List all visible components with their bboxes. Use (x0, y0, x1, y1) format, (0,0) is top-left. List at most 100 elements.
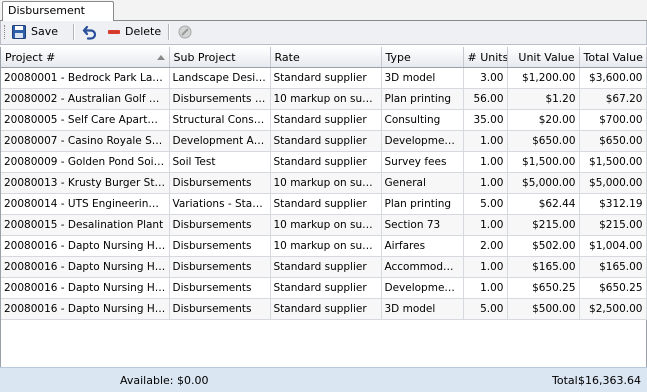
cell-project[interactable]: 20080015 - Desalination Plant (1, 214, 170, 236)
table-row[interactable]: 20080001 - Bedrock Park LandscapeLandsca… (1, 67, 647, 89)
cell-unit-value[interactable]: $5,000.00 (507, 172, 580, 194)
cell-rate[interactable]: Standard supplier (270, 298, 382, 320)
cell-rate[interactable]: Standard supplier (270, 256, 382, 278)
cell-rate[interactable]: Standard supplier (270, 193, 382, 215)
cell-project[interactable]: 20080016 - Dapto Nursing Home (1, 235, 170, 257)
cell-project[interactable]: 20080002 - Australian Golf Club (1, 88, 170, 110)
cell-total-value[interactable]: $2,500.00 (579, 298, 647, 320)
cell-unit-value[interactable]: $215.00 (507, 214, 580, 236)
table-row[interactable]: 20080016 - Dapto Nursing Home Disbursemen… (1, 256, 647, 278)
cell-project[interactable]: 20080016 - Dapto Nursing Home (1, 298, 170, 320)
cell-units[interactable]: 1.00 (463, 214, 508, 236)
cell-unit-value[interactable]: $20.00 (507, 109, 580, 131)
column-header-rate[interactable]: Rate (270, 47, 382, 68)
column-header-total-value[interactable]: Total Value (579, 47, 647, 68)
cell-unit-value[interactable]: $1.20 (507, 88, 580, 110)
cell-sub-project[interactable]: Structural Construction (169, 109, 271, 131)
cell-total-value[interactable]: $67.20 (579, 88, 647, 110)
cell-project[interactable]: 20080013 - Krusty Burger Store (1, 172, 170, 194)
cell-rate[interactable]: Standard supplier (270, 130, 382, 152)
table-row[interactable]: 20080005 - Self Care Apartments Structura… (1, 109, 647, 131)
cell-unit-value[interactable]: $165.00 (507, 256, 580, 278)
cell-units[interactable]: 1.00 (463, 256, 508, 278)
cell-type[interactable]: Accommodation (381, 256, 464, 278)
disabled-tool-button[interactable] (176, 23, 194, 41)
cell-sub-project[interactable]: Soil Test (169, 151, 271, 173)
cell-units[interactable]: 3.00 (463, 67, 508, 89)
column-header-unit-value[interactable]: Unit Value (507, 47, 580, 68)
cell-total-value[interactable]: $650.00 (579, 130, 647, 152)
save-button[interactable]: Save (10, 23, 65, 41)
cell-type[interactable]: Plan printing (381, 88, 464, 110)
cell-units[interactable]: 1.00 (463, 151, 508, 173)
cell-type[interactable]: Section 73 (381, 214, 464, 236)
cell-sub-project[interactable]: Variations - Staff Costs (169, 193, 271, 215)
table-row[interactable]: 20080009 - Golden Pond Soil SurveySoil T… (1, 151, 647, 173)
cell-rate[interactable]: Standard supplier (270, 109, 382, 131)
cell-total-value[interactable]: $312.19 (579, 193, 647, 215)
column-header-type[interactable]: Type (381, 47, 464, 68)
cell-units[interactable]: 1.00 (463, 277, 508, 299)
cell-sub-project[interactable]: Disbursements - Expenses (169, 88, 271, 110)
cell-type[interactable]: 3D model (381, 67, 464, 89)
cell-total-value[interactable]: $700.00 (579, 109, 647, 131)
column-header-project[interactable]: Project # (1, 47, 170, 68)
cell-project[interactable]: 20080016 - Dapto Nursing Home (1, 277, 170, 299)
cell-sub-project[interactable]: Disbursements (169, 172, 271, 194)
cell-project[interactable]: 20080001 - Bedrock Park Landscape (1, 67, 170, 89)
cell-project[interactable]: 20080014 - UTS Engineering and Design (1, 193, 170, 215)
cell-units[interactable]: 5.00 (463, 298, 508, 320)
cell-rate[interactable]: 10 markup on suppliers (270, 235, 382, 257)
cell-rate[interactable]: Standard supplier (270, 151, 382, 173)
table-row[interactable]: 20080013 - Krusty Burger Store Disburseme… (1, 172, 647, 194)
cell-units[interactable]: 1.00 (463, 172, 508, 194)
cell-sub-project[interactable]: Development Application (169, 130, 271, 152)
cell-rate[interactable]: 10 markup on suppliers (270, 214, 382, 236)
cell-total-value[interactable]: $1,004.00 (579, 235, 647, 257)
cell-sub-project[interactable]: Disbursements (169, 235, 271, 257)
cell-units[interactable]: 1.00 (463, 130, 508, 152)
tab-disbursement-details[interactable]: Disbursement Details (2, 1, 114, 35)
cell-sub-project[interactable]: Disbursements (169, 277, 271, 299)
cell-unit-value[interactable]: $502.00 (507, 235, 580, 257)
cell-project[interactable]: 20080007 - Casino Royale Shopping (1, 130, 170, 152)
table-row[interactable]: 20080014 - UTS Engineering and DesignVar… (1, 193, 647, 215)
cell-type[interactable]: Plan printing (381, 193, 464, 215)
cell-rate[interactable]: 10 markup on suppliers (270, 172, 382, 194)
cell-units[interactable]: 35.00 (463, 109, 508, 131)
cell-unit-value[interactable]: $1,200.00 (507, 67, 580, 89)
cell-sub-project[interactable]: Disbursements (169, 214, 271, 236)
cell-units[interactable]: 56.00 (463, 88, 508, 110)
column-header-sub-project[interactable]: Sub Project (169, 47, 271, 68)
cell-rate[interactable]: 10 markup on suppliers (270, 88, 382, 110)
cell-type[interactable]: Development app (381, 277, 464, 299)
cell-unit-value[interactable]: $62.44 (507, 193, 580, 215)
cell-unit-value[interactable]: $650.00 (507, 130, 580, 152)
column-header-units[interactable]: # Units (463, 47, 508, 68)
cell-project[interactable]: 20080005 - Self Care Apartments (1, 109, 170, 131)
cell-type[interactable]: Development app (381, 130, 464, 152)
cell-sub-project[interactable]: Disbursements (169, 298, 271, 320)
cell-total-value[interactable]: $215.00 (579, 214, 647, 236)
cell-type[interactable]: General (381, 172, 464, 194)
cell-project[interactable]: 20080009 - Golden Pond Soil Survey (1, 151, 170, 173)
cell-unit-value[interactable]: $650.25 (507, 277, 580, 299)
cell-total-value[interactable]: $5,000.00 (579, 172, 647, 194)
cell-type[interactable]: Survey fees (381, 151, 464, 173)
cell-project[interactable]: 20080016 - Dapto Nursing Home (1, 256, 170, 278)
cell-sub-project[interactable]: Landscape Design (169, 67, 271, 89)
cell-type[interactable]: 3D model (381, 298, 464, 320)
cell-rate[interactable]: Standard supplier (270, 67, 382, 89)
table-row[interactable]: 20080016 - Dapto Nursing Home Disbursemen… (1, 235, 647, 257)
cell-type[interactable]: Consulting (381, 109, 464, 131)
table-row[interactable]: 20080016 - Dapto Nursing Home Disbursemen… (1, 298, 647, 320)
cell-units[interactable]: 2.00 (463, 235, 508, 257)
table-row[interactable]: 20080015 - Desalination Plant Disbursemen… (1, 214, 647, 236)
cell-total-value[interactable]: $3,600.00 (579, 67, 647, 89)
undo-button[interactable] (81, 23, 99, 41)
table-row[interactable]: 20080002 - Australian Golf Club Disbursem… (1, 88, 647, 110)
table-row[interactable]: 20080007 - Casino Royale ShoppingDevelop… (1, 130, 647, 152)
cell-total-value[interactable]: $650.25 (579, 277, 647, 299)
cell-unit-value[interactable]: $1,500.00 (507, 151, 580, 173)
cell-total-value[interactable]: $1,500.00 (579, 151, 647, 173)
